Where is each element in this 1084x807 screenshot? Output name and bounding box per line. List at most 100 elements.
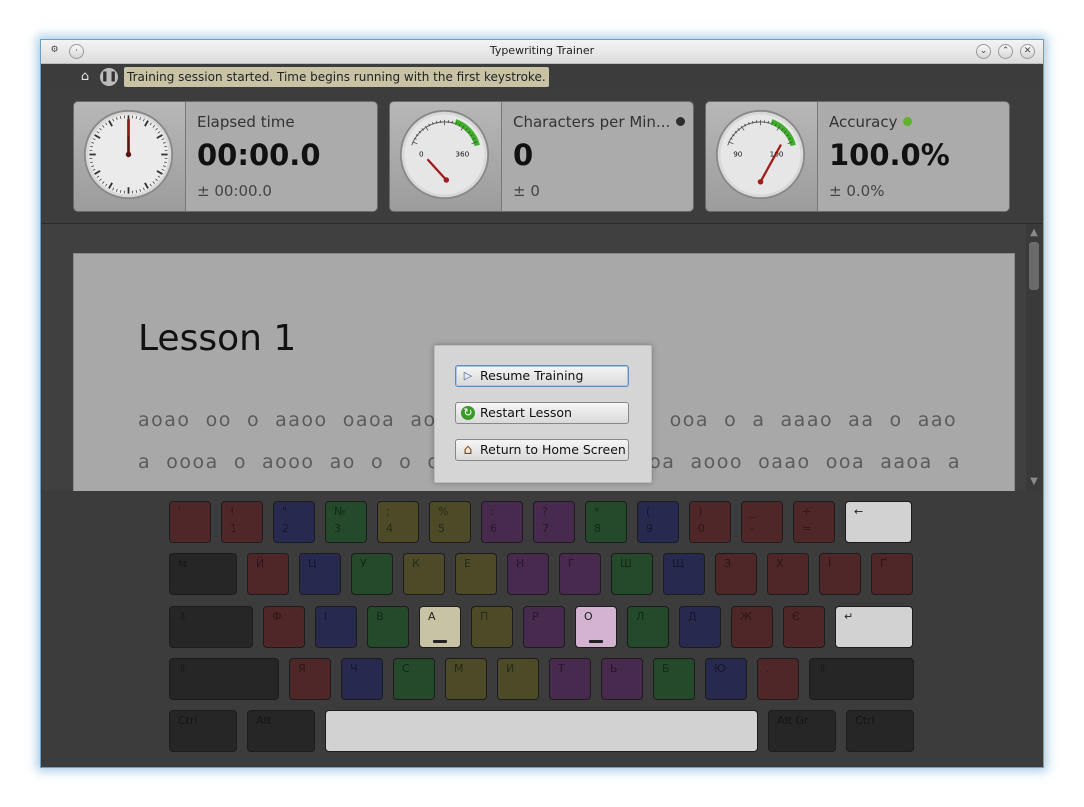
key-label: Alt Gr bbox=[777, 714, 809, 727]
keyboard-key: ? 7 bbox=[533, 501, 575, 543]
accuracy-panel: 90 100 Accuracy 100.0% ± 0.0% bbox=[705, 101, 1010, 212]
key-label: Ь bbox=[610, 662, 618, 675]
key-sublabel: 7 bbox=[542, 522, 549, 535]
key-label: Є bbox=[792, 610, 800, 623]
keyboard-key: О bbox=[575, 606, 617, 648]
keyboard-key: Р bbox=[523, 606, 565, 648]
key-label: ⇩ bbox=[178, 610, 188, 623]
keyboard-key: В bbox=[367, 606, 409, 648]
elapsed-time-panel: Elapsed time 00:00.0 ± 00:00.0 bbox=[73, 101, 378, 212]
key-label: Б bbox=[662, 662, 670, 675]
home-icon[interactable]: ⌂ bbox=[76, 68, 94, 86]
virtual-keyboard: '! 1 " 2 № 3; 4% 5:6? 7 * 8(9) 0 _ - + = ← ⇆ Й Ц У К Е Н Г Ш Щ З Х Ї Ґ… bbox=[42, 491, 1042, 767]
keyboard-key: М bbox=[445, 658, 487, 700]
key-label: Alt bbox=[256, 714, 271, 727]
resume-training-button[interactable]: ▷ Resume Training bbox=[455, 365, 629, 387]
keyboard-key: Alt bbox=[247, 710, 315, 752]
minimize-button[interactable]: ⌄ bbox=[976, 44, 991, 59]
lesson-title: Lesson 1 bbox=[138, 318, 297, 359]
key-label: * bbox=[594, 505, 600, 518]
cpm-indicator bbox=[676, 117, 686, 126]
maximize-button[interactable]: ⌃ bbox=[998, 44, 1013, 59]
key-sublabel: 1 bbox=[230, 522, 237, 535]
keyboard-key: ) 0 bbox=[689, 501, 731, 543]
status-message: Training session started. Time begins ru… bbox=[124, 67, 549, 87]
key-label: ⇆ bbox=[178, 557, 188, 570]
toolbar: ⌂ ❚❚ Training session started. Time begi… bbox=[42, 64, 1042, 90]
keyboard-key: А bbox=[419, 606, 461, 648]
cpm-title-text: Characters per Min... bbox=[513, 113, 671, 131]
keyboard-key: ; 4 bbox=[377, 501, 419, 543]
key-label: ↵ bbox=[844, 610, 854, 623]
keyboard-key: " 2 bbox=[273, 501, 315, 543]
keyboard-key: ↵ bbox=[835, 606, 913, 648]
keyboard-key: І bbox=[315, 606, 357, 648]
home-row-bump bbox=[433, 640, 447, 643]
title-bar: ⚙ · Typewriting Trainer ⌄ ⌃ ✕ bbox=[41, 40, 1043, 64]
cpm-panel: 0 360 Characters per Min... 0 ± 0 bbox=[389, 101, 694, 212]
home-icon: ⌂ bbox=[463, 442, 473, 458]
keyboard-key: Є bbox=[783, 606, 825, 648]
key-label: Ю bbox=[714, 662, 726, 675]
restart-lesson-button[interactable]: ↻ Restart Lesson bbox=[455, 402, 629, 424]
window-title: Typewriting Trainer bbox=[489, 44, 595, 57]
key-label: ? bbox=[542, 505, 548, 518]
key-sublabel: 0 bbox=[698, 522, 705, 535]
key-sublabel: 6 bbox=[490, 522, 497, 535]
keyboard-key: + = bbox=[793, 501, 835, 543]
key-label: Й bbox=[256, 557, 265, 570]
key-label: В bbox=[376, 610, 384, 623]
key-label: : bbox=[490, 505, 494, 518]
resume-training-label: Resume Training bbox=[480, 368, 584, 383]
key-label: Ctrl bbox=[178, 714, 198, 727]
scroll-down-icon[interactable]: ▼ bbox=[1028, 476, 1040, 488]
keyboard-key: . bbox=[757, 658, 799, 700]
elapsed-time-title: Elapsed time bbox=[197, 113, 295, 131]
keyboard-key: ⇩ bbox=[169, 606, 253, 648]
key-label: С bbox=[402, 662, 410, 675]
keyboard-key: Щ bbox=[663, 553, 705, 595]
keyboard-key: И bbox=[497, 658, 539, 700]
key-label: З bbox=[724, 557, 732, 570]
scrollbar-thumb[interactable] bbox=[1029, 242, 1039, 290]
key-label: ; bbox=[386, 505, 390, 518]
key-sublabel: - bbox=[750, 522, 754, 535]
vertical-scrollbar[interactable]: ▲ ▼ bbox=[1026, 224, 1042, 491]
key-label: Т bbox=[558, 662, 565, 675]
pause-icon[interactable]: ❚❚ bbox=[100, 68, 118, 86]
key-sublabel: = bbox=[802, 522, 812, 535]
key-sublabel: 2 bbox=[282, 522, 289, 535]
key-label: Р bbox=[532, 610, 539, 623]
elapsed-time-value: 00:00.0 bbox=[197, 138, 321, 172]
scroll-up-icon[interactable]: ▲ bbox=[1028, 227, 1040, 239]
return-home-button[interactable]: ⌂ Return to Home Screen bbox=[455, 439, 629, 461]
key-label: Е bbox=[464, 557, 471, 570]
keyboard-key: Х bbox=[767, 553, 809, 595]
restart-icon: ↻ bbox=[461, 406, 475, 420]
key-label: І bbox=[324, 610, 328, 623]
keyboard-key: * 8 bbox=[585, 501, 627, 543]
key-label: ( bbox=[646, 505, 651, 518]
keyboard-key: Л bbox=[627, 606, 669, 648]
key-label: М bbox=[454, 662, 464, 675]
keyboard-key: Д bbox=[679, 606, 721, 648]
accuracy-dial-icon: 90 100 bbox=[715, 109, 806, 200]
key-label: Ч bbox=[350, 662, 358, 675]
keyboard-key: Я bbox=[289, 658, 331, 700]
key-label: Ф bbox=[272, 610, 282, 623]
key-sublabel: 9 bbox=[646, 522, 653, 535]
keyboard-key: С bbox=[393, 658, 435, 700]
close-button[interactable]: ✕ bbox=[1020, 44, 1035, 59]
keyboard-key: ⇧ bbox=[169, 658, 279, 700]
clock-gauge bbox=[74, 102, 186, 211]
elapsed-time-deviation: ± 00:00.0 bbox=[197, 182, 272, 200]
keyboard-key: ⇧ bbox=[809, 658, 914, 700]
key-label: Х bbox=[776, 557, 784, 570]
keyboard-key: П bbox=[471, 606, 513, 648]
key-label: Д bbox=[688, 610, 697, 623]
play-icon: ▷ bbox=[463, 369, 473, 382]
accuracy-deviation: ± 0.0% bbox=[829, 182, 885, 200]
keyboard-key: Б bbox=[653, 658, 695, 700]
key-sublabel: 5 bbox=[438, 522, 445, 535]
keyboard-key: Т bbox=[549, 658, 591, 700]
